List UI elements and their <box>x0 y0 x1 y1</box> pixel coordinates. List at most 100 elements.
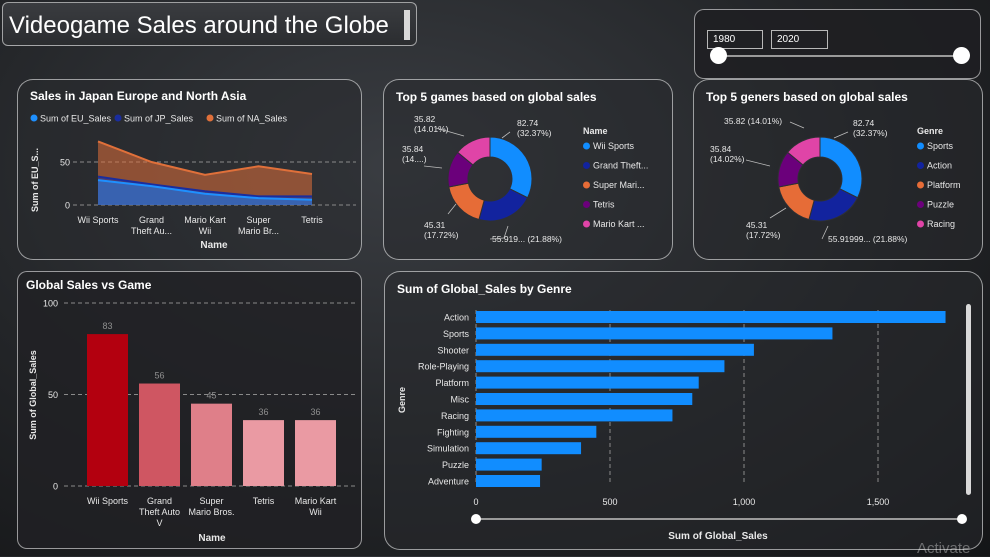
bar-misc <box>476 393 693 405</box>
data-label: 45.31 <box>746 220 768 230</box>
data-label: 82.74 <box>517 118 539 128</box>
y-tick-label: Platform <box>435 378 469 388</box>
x-tick-label: Wii Sports <box>77 215 119 225</box>
bar-adventure <box>476 475 541 487</box>
data-label: (14....) <box>402 154 427 164</box>
y-axis-title: Sum of Global_Sales <box>28 350 38 440</box>
x-axis-title: Name <box>200 240 228 251</box>
y-tick-label: Action <box>444 313 469 323</box>
donut-slice-sports <box>819 136 863 199</box>
x-tick-label: 1,500 <box>867 497 890 507</box>
leader-line <box>447 203 457 215</box>
x-tick-label: 0 <box>473 497 478 507</box>
genre-sales-panel: Sum of Global_Sales by Genre 0 500 1,000 1,… <box>384 271 983 550</box>
data-label: 35.82 (14.01%) <box>724 116 782 126</box>
page-title: Videogame Sales around the Globe <box>9 12 389 39</box>
x-tick-label: Wii Sports <box>87 496 129 506</box>
leader-line <box>501 131 511 139</box>
donut-slice-grand-theft-auto-v <box>478 188 529 222</box>
data-label: 36 <box>310 407 320 417</box>
data-label: (32.37%) <box>853 128 888 138</box>
bar-fighting <box>476 425 597 438</box>
end-year-input[interactable]: 2020 <box>771 30 828 49</box>
bar-platform <box>476 376 699 389</box>
data-label: 35.84 <box>710 144 732 154</box>
x-tick-label: Super <box>246 215 270 225</box>
data-label: (14.01%) <box>414 124 449 134</box>
global-sales-vs-game-panel: Global Sales vs Game 0 50 100 83 Wii Sports 5… <box>17 271 362 549</box>
vertical-scrollbar[interactable] <box>966 304 971 495</box>
x-range-slider-end-handle[interactable] <box>957 514 967 524</box>
data-label: 45 <box>206 391 216 401</box>
y-tick-label: Role-Playing <box>418 362 469 372</box>
y-tick-label: Puzzle <box>442 460 469 470</box>
leader-line <box>833 131 849 139</box>
y-tick-label: 100 <box>43 299 58 309</box>
legend-label: Grand Theft... <box>593 161 648 171</box>
y-axis-title: Genre <box>397 387 407 413</box>
data-label: 35.82 <box>414 114 436 124</box>
x-range-slider-track[interactable] <box>476 518 962 520</box>
top-genres-donut-chart: 82.74(32.37%)55.91999... (21.88%)45.31(1… <box>710 116 961 244</box>
leader-line <box>789 121 805 129</box>
legend-marker <box>583 220 590 228</box>
x-tick-label: Theft Auto <box>139 507 180 517</box>
legend-marker <box>583 181 590 189</box>
year-slicer-panel: 1980 2020 <box>694 9 981 79</box>
data-label: 56 <box>154 371 164 381</box>
bar-wii-sports <box>87 334 128 486</box>
legend-marker <box>583 142 590 150</box>
legend-marker <box>583 162 590 169</box>
x-tick-label: Theft Au... <box>131 226 172 236</box>
x-tick-label: 1,000 <box>733 497 756 507</box>
x-tick-label: Wii <box>199 226 212 236</box>
x-tick-label: Grand <box>147 496 172 506</box>
y-tick-label: Shooter <box>437 345 469 355</box>
legend-title: Name <box>583 126 608 136</box>
leader-line <box>745 159 771 167</box>
slider-track[interactable] <box>719 55 963 57</box>
data-label: 82.74 <box>853 118 875 128</box>
y-tick-label: 0 <box>65 201 70 211</box>
x-axis-title: Name <box>198 533 226 544</box>
bar-mario-kart-wii <box>295 420 336 486</box>
donut-slice-action <box>808 188 859 222</box>
x-tick-label: Grand <box>139 215 164 225</box>
x-tick-label: Mario Kart <box>295 496 337 506</box>
donut-slice-wii-sports <box>489 136 533 199</box>
legend-label-3: Sum of NA_Sales <box>216 114 288 124</box>
bar-puzzle <box>476 458 542 471</box>
legend-marker-1 <box>30 114 38 122</box>
x-tick-label: Wii <box>309 507 322 517</box>
bar-grand-theft-auto-v <box>139 383 180 486</box>
legend-label: Mario Kart ... <box>593 219 645 229</box>
x-tick-label: 500 <box>602 497 617 507</box>
y-tick-label: Fighting <box>437 427 469 437</box>
data-label: 55.919... (21.88%) <box>492 234 562 244</box>
data-label: 45.31 <box>424 220 446 230</box>
y-tick-label: Adventure <box>428 477 469 487</box>
legend-marker <box>917 220 924 228</box>
y-tick-label: Racing <box>441 411 469 421</box>
data-label: 55.91999... (21.88%) <box>828 234 908 244</box>
legend-label: Action <box>927 161 952 171</box>
title-accent-bar <box>404 10 410 40</box>
x-tick-label: Tetris <box>253 496 275 506</box>
bar-tetris <box>243 420 284 486</box>
start-year-input[interactable]: 1980 <box>707 30 763 49</box>
y-tick-label: Simulation <box>427 444 469 454</box>
legend-marker-2 <box>114 114 122 122</box>
slider-end-handle[interactable] <box>953 47 970 64</box>
data-label: (32.37%) <box>517 128 552 138</box>
y-tick-label: Misc <box>451 395 470 405</box>
x-tick-label: Super <box>199 496 223 506</box>
slider-start-handle[interactable] <box>710 47 727 64</box>
donut-slice-platform <box>778 182 815 221</box>
bar-action <box>476 311 946 323</box>
global-sales-bar-chart: 0 50 100 83 Wii Sports 56 GrandTheft AutoV 45 Su… <box>28 299 356 544</box>
x-range-slider-start-handle[interactable] <box>471 514 481 524</box>
top-genres-panel: Top 5 geners based on global sales 82.74… <box>693 79 983 260</box>
y-tick-label: Sports <box>443 329 470 339</box>
legend-marker <box>917 162 924 169</box>
y-axis-title: Sum of EU_S... <box>30 148 40 212</box>
